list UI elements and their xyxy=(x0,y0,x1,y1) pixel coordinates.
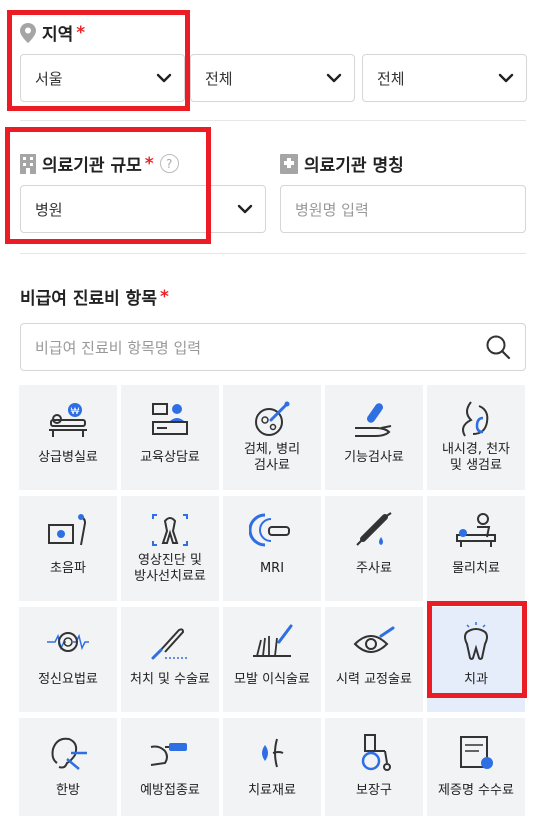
category-ultrasound[interactable]: 초음파 xyxy=(19,496,117,601)
category-dental[interactable]: 치과 xyxy=(427,607,525,712)
mri-icon xyxy=(249,513,290,547)
category-label: 치과 xyxy=(464,672,488,687)
category-label: 모발 이식술료 xyxy=(234,672,310,687)
tooth-icon xyxy=(464,622,488,660)
category-label: 시력 교정술료 xyxy=(336,672,412,687)
required-mark: * xyxy=(159,286,169,307)
certificate-icon xyxy=(460,736,493,769)
function-test-icon xyxy=(355,403,392,437)
scale-value: 병원 xyxy=(35,200,63,219)
location-pin-icon xyxy=(20,22,36,43)
category-counseling[interactable]: 교육상담료 xyxy=(121,385,219,490)
chevron-down-icon xyxy=(498,73,514,83)
region-dong-select[interactable]: 전체 xyxy=(362,54,527,102)
category-label: 정신요법료 xyxy=(38,672,98,687)
scale-label-text: 의료기관 규모 xyxy=(42,156,142,176)
required-mark: * xyxy=(144,153,154,174)
category-label: 처치 및 수술료 xyxy=(129,672,211,687)
category-vision-correction[interactable]: 시력 교정술료 xyxy=(325,607,423,712)
institution-name-input[interactable]: 병원명 입력 xyxy=(280,185,526,233)
category-function-test[interactable]: 기능검사료 xyxy=(325,385,423,490)
category-label: 상급병실료 xyxy=(38,450,98,465)
category-endoscope[interactable]: 내시경, 천자 및 생검료 xyxy=(427,385,525,490)
category-hair-transplant[interactable]: 모발 이식술료 xyxy=(223,607,321,712)
region-district-select[interactable]: 전체 xyxy=(190,54,355,102)
region-city-select[interactable]: 서울 xyxy=(20,54,185,102)
treatment-material-icon xyxy=(262,738,284,768)
divider xyxy=(20,253,526,254)
name-label-text: 의료기관 명칭 xyxy=(304,156,404,176)
category-certificate-fee[interactable]: 제증명 수수료 xyxy=(427,718,525,816)
chevron-down-icon xyxy=(156,73,172,83)
search-icon[interactable] xyxy=(485,334,511,360)
building-icon xyxy=(20,153,36,174)
category-label: 내시경, 천자 및 생검료 xyxy=(441,442,511,473)
syringe-icon xyxy=(356,512,392,546)
svg-text:₩: ₩ xyxy=(71,406,80,416)
name-label: 의료기관 명칭 xyxy=(280,151,404,176)
wheelchair-icon xyxy=(361,734,391,771)
category-label: 제증명 수수료 xyxy=(438,783,514,798)
xray-icon xyxy=(152,514,188,546)
category-label: 주사료 xyxy=(356,561,392,576)
item-search-input[interactable]: 비급여 진료비 항목명 입력 xyxy=(20,323,526,371)
category-physical-therapy[interactable]: 물리치료 xyxy=(427,496,525,601)
category-label: 검체, 병리 검사료 xyxy=(243,442,301,473)
ultrasound-icon xyxy=(48,514,87,546)
category-hospital-room[interactable]: ₩ 상급병실료 xyxy=(19,385,117,490)
category-specimen[interactable]: 검체, 병리 검사료 xyxy=(223,385,321,490)
category-label: MRI xyxy=(259,561,285,576)
endoscope-icon xyxy=(462,401,489,437)
chevron-down-icon xyxy=(237,204,253,214)
scale-label: 의료기관 규모 * ? xyxy=(20,151,179,176)
category-assistive-device[interactable]: 보장구 xyxy=(325,718,423,816)
required-mark: * xyxy=(76,22,86,43)
category-injection[interactable]: 주사료 xyxy=(325,496,423,601)
hospital-bed-icon: ₩ xyxy=(49,403,87,437)
counseling-desk-icon xyxy=(152,403,188,435)
category-label: 치료재료 xyxy=(248,783,296,798)
items-label-text: 비급여 진료비 항목 xyxy=(20,289,157,309)
region-district-value: 전체 xyxy=(205,69,233,88)
chevron-down-icon xyxy=(326,73,342,83)
category-vaccination[interactable]: 예방접종료 xyxy=(121,718,219,816)
region-label-text: 지역 xyxy=(42,25,74,45)
category-grid: ₩ 상급병실료 교육상담료 검체, 병리 검사료 기능검사료 내시경, 천자 및… xyxy=(19,385,527,816)
help-icon[interactable]: ? xyxy=(159,154,179,173)
items-label: 비급여 진료비 항목 * xyxy=(20,284,169,310)
category-mri[interactable]: MRI xyxy=(223,496,321,601)
vaccine-icon xyxy=(150,743,187,766)
region-dong-value: 전체 xyxy=(377,69,405,88)
category-label: 교육상담료 xyxy=(140,450,200,465)
category-label: 초음파 xyxy=(50,561,86,576)
region-label: 지역 * xyxy=(20,20,85,45)
category-oriental-medicine[interactable]: 한방 xyxy=(19,718,117,816)
hair-transplant-icon xyxy=(253,624,293,657)
category-psychotherapy[interactable]: 정신요법료 xyxy=(19,607,117,712)
specimen-test-icon xyxy=(255,401,290,436)
category-label: 물리치료 xyxy=(452,561,500,576)
brain-icon xyxy=(47,632,89,652)
eye-icon xyxy=(353,626,395,653)
hospital-icon xyxy=(280,153,298,174)
physical-therapy-icon xyxy=(456,513,496,547)
scalpel-icon xyxy=(151,628,189,660)
region-city-value: 서울 xyxy=(35,69,63,88)
institution-name-placeholder: 병원명 입력 xyxy=(295,200,369,219)
category-label: 예방접종료 xyxy=(140,783,200,798)
category-label: 영상진단 및 방사선치료료 xyxy=(134,553,206,584)
category-treatment-material[interactable]: 치료재료 xyxy=(223,718,321,816)
item-search-placeholder: 비급여 진료비 항목명 입력 xyxy=(35,338,202,357)
category-label: 기능검사료 xyxy=(344,450,404,465)
category-imaging[interactable]: 영상진단 및 방사선치료료 xyxy=(121,496,219,601)
scale-select[interactable]: 병원 xyxy=(20,185,266,233)
category-label: 보장구 xyxy=(356,783,392,798)
category-surgery[interactable]: 처치 및 수술료 xyxy=(121,607,219,712)
divider xyxy=(20,120,526,121)
category-label: 한방 xyxy=(56,783,80,798)
acupuncture-ear-icon xyxy=(51,737,87,770)
